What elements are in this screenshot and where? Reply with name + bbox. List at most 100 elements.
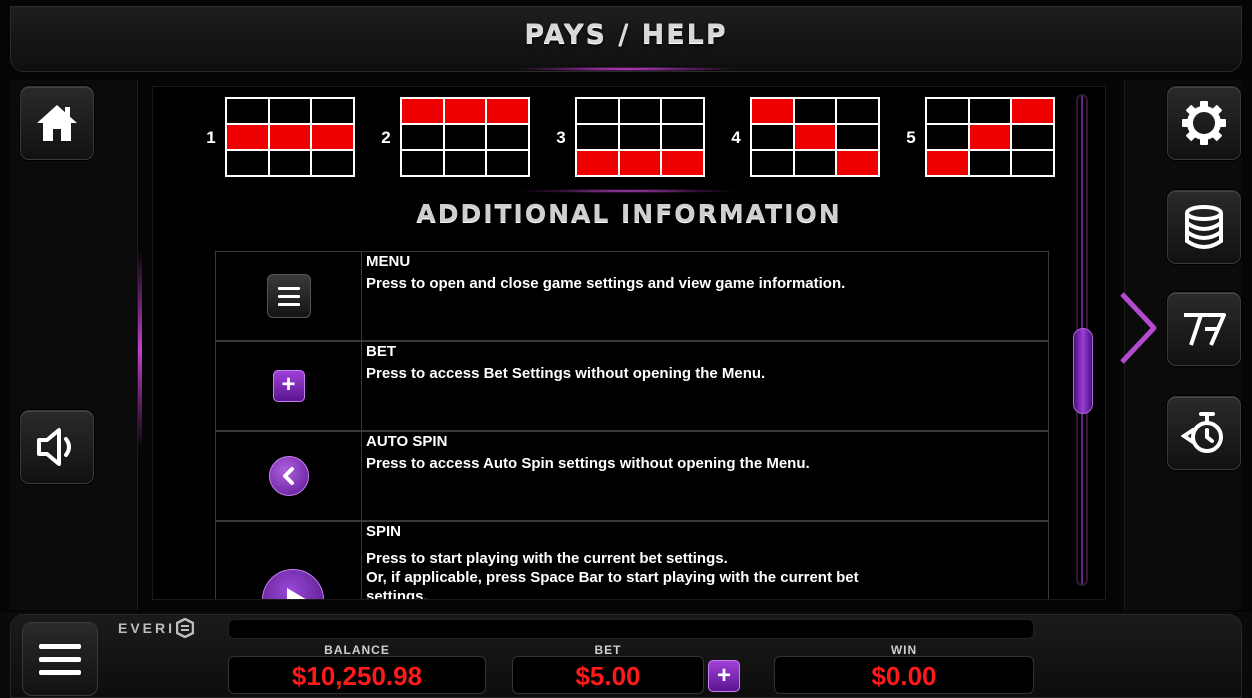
win-value: $0.00 (774, 656, 1034, 694)
help-content[interactable]: 1 2 3 4 5 ADDITIONAL INFORMATION MENU Press … (152, 86, 1106, 600)
payline-cell-active (752, 99, 793, 123)
payline-cell (444, 125, 486, 149)
payline-cell (619, 99, 661, 123)
payline-number: 5 (906, 128, 916, 147)
info-icon-cell (216, 252, 362, 340)
paylines-section: 1 2 3 4 5 (153, 95, 1105, 185)
payline-cell (752, 125, 793, 149)
info-row-desc: Press to start playing with the current … (366, 550, 728, 567)
settings-button[interactable] (1167, 86, 1241, 160)
section-glow (523, 189, 733, 193)
payline-cell (1012, 151, 1053, 175)
payline-cell (312, 99, 353, 123)
payline-cell (619, 125, 661, 149)
sevens-icon (1184, 313, 1226, 346)
info-row-name: SPIN (366, 523, 402, 540)
page-title: PAYS / HELP (524, 19, 728, 50)
scrollbar-thumb[interactable] (1073, 328, 1093, 414)
payline-cell-active (487, 99, 528, 123)
payline-cell (577, 99, 618, 123)
payline-cell (269, 99, 311, 123)
active-page-indicator (1120, 292, 1157, 364)
payline-grid (400, 97, 530, 177)
title-bar: PAYS / HELP (10, 6, 1242, 72)
payline-cell-active (577, 151, 618, 175)
info-row-bet: + BET Press to access Bet Settings witho… (215, 341, 1049, 431)
payline-cell (577, 125, 618, 149)
bet-plus-button[interactable]: + (708, 660, 740, 692)
info-icon-cell: + (216, 342, 362, 430)
autospin-button[interactable] (1167, 396, 1241, 470)
payline-cell (312, 151, 353, 175)
balance-label: BALANCE (324, 643, 390, 657)
payline-grid (575, 97, 705, 177)
payline-cell-active (312, 125, 353, 149)
payline-number: 1 (206, 128, 216, 147)
payline-cell (1012, 125, 1053, 149)
payline-cell (269, 151, 311, 175)
info-row-autospin: AUTO SPIN Press to access Auto Spin sett… (215, 431, 1049, 521)
payline-cell-active (227, 125, 268, 149)
payline-cell-active (444, 99, 486, 123)
payline-cell-active (837, 151, 878, 175)
balance-value: $10,250.98 (228, 656, 486, 694)
payline-cell (402, 125, 443, 149)
payline-cell-active (794, 125, 836, 149)
left-glow (138, 250, 142, 450)
info-row-desc: Press to access Auto Spin settings witho… (366, 455, 810, 472)
sound-button[interactable] (20, 410, 94, 484)
speaker-icon (37, 428, 71, 466)
win-label: WIN (890, 643, 918, 657)
payline-cell (969, 99, 1011, 123)
info-icon-cell (216, 432, 362, 520)
message-bar (228, 619, 1034, 639)
home-button[interactable] (20, 86, 94, 160)
stopwatch-icon (1181, 412, 1223, 453)
info-row-desc-2: Or, if applicable, press Space Bar to st… (366, 569, 859, 586)
payline-cell-active (619, 151, 661, 175)
payline-cell (227, 151, 268, 175)
payline-grid (750, 97, 880, 177)
payline-cell (662, 125, 703, 149)
payline-number: 4 (731, 128, 741, 147)
menu-button[interactable] (22, 622, 98, 696)
paytable-button[interactable] (1167, 292, 1241, 366)
payline-cell (794, 151, 836, 175)
payline-cell-active (1012, 99, 1053, 123)
payline-cell (794, 99, 836, 123)
info-row-name: BET (366, 343, 396, 360)
info-row-desc: Press to access Bet Settings without ope… (366, 365, 766, 382)
payline-cell (837, 99, 878, 123)
payline-cell (444, 151, 486, 175)
payline-cell (837, 125, 878, 149)
info-row-menu: MENU Press to open and close game settin… (215, 251, 1049, 341)
title-glow (521, 67, 733, 71)
payline-cell-active (927, 151, 968, 175)
home-icon (37, 105, 77, 141)
payline-cell-active (269, 125, 311, 149)
chevron-left-icon (268, 456, 309, 496)
gear-icon (1182, 101, 1226, 145)
menu-icon (266, 274, 311, 318)
payline-cell (402, 151, 443, 175)
info-row-desc-3: settings. (366, 588, 428, 600)
payline-cell (969, 151, 1011, 175)
payline-cell (487, 151, 528, 175)
payline-cell (927, 99, 968, 123)
bet-settings-button[interactable] (1167, 190, 1241, 264)
payline-cell (752, 151, 793, 175)
plus-icon: + (272, 370, 305, 402)
bet-value: $5.00 (512, 656, 704, 694)
coin-stack-icon (1185, 205, 1223, 249)
info-icon-cell (216, 522, 362, 599)
payline-cell-active (662, 151, 703, 175)
payline-cell-active (969, 125, 1011, 149)
payline-grid (225, 97, 355, 177)
brand-logo: EVERI (118, 620, 176, 636)
payline-cell (662, 99, 703, 123)
info-row-name: MENU (366, 253, 411, 270)
payline-cell (487, 125, 528, 149)
bet-label: BET (594, 643, 622, 657)
payline-cell (927, 125, 968, 149)
brand-mark-icon (176, 618, 194, 638)
